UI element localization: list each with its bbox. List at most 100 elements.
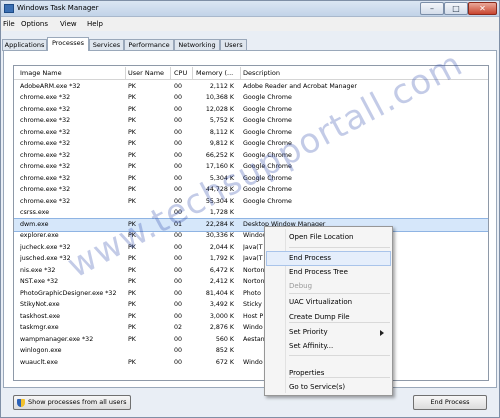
submenu-arrow-icon [380, 330, 384, 336]
user-name-cell: PK [128, 324, 136, 331]
process-row[interactable]: taskmgr.exe PK 02 2,876 K Windo [14, 323, 488, 335]
tab-processes[interactable]: Processes [47, 37, 89, 51]
user-name-cell: PK [128, 278, 136, 285]
process-row[interactable]: chrome.exe *32 PK 00 10,368 K Google Chrome [14, 93, 488, 105]
context-menu-item-set-affinity[interactable]: Set Affinity... [267, 340, 390, 353]
process-row[interactable]: dwm.exe PK 01 22,284 K Desktop Window Manage… [14, 218, 488, 232]
process-row[interactable]: AdobeARM.exe *32 PK 00 2,112 K Adobe Reader … [14, 81, 488, 93]
process-row[interactable]: chrome.exe *32 PK 00 17,160 K Google Chrome [14, 162, 488, 174]
context-menu-item-go-to-service-s[interactable]: Go to Service(s) [267, 381, 390, 394]
menu-view[interactable]: View [60, 20, 77, 28]
maximize-button[interactable]: □ [444, 2, 468, 15]
end-process-button[interactable]: End Process [413, 395, 487, 410]
column-user-name[interactable]: User Name [128, 69, 164, 77]
user-name-cell: PK [128, 220, 136, 228]
user-name-cell: PK [128, 243, 136, 251]
image-name-cell: csrss.exe [20, 209, 50, 216]
image-name-cell: chrome.exe *32 [20, 117, 71, 124]
memory-cell: 2,112 K [209, 82, 234, 90]
context-menu-label: Properties [289, 369, 325, 377]
uac-shield-icon [17, 399, 25, 407]
memory-cell: 66,252 K [205, 151, 234, 159]
cpu-cell: 00 [174, 140, 183, 147]
menu-file[interactable]: File [3, 20, 15, 28]
cpu-cell: 00 [174, 174, 183, 182]
process-row[interactable]: chrome.exe *32 PK 00 8,112 K Google Chrome [14, 127, 488, 139]
description-cell: Google Chrome [243, 186, 292, 193]
cpu-cell: 00 [174, 289, 183, 297]
user-name-cell: PK [128, 186, 136, 193]
minimize-button[interactable]: – [420, 2, 444, 15]
context-menu-item-end-process-tree[interactable]: End Process Tree [267, 266, 390, 279]
process-row[interactable]: chrome.exe *32 PK 00 12,028 K Google Chrome [14, 104, 488, 116]
process-row[interactable]: chrome.exe *32 PK 00 5,304 K Google Chrome [14, 173, 488, 185]
user-name-cell: PK [128, 163, 136, 170]
column-image-name[interactable]: Image Name [20, 69, 62, 77]
cpu-cell: 00 [174, 209, 183, 216]
user-name-cell: PK [128, 312, 136, 320]
processes-panel: Image Name User Name CPU Memory (... Des… [3, 50, 497, 388]
context-menu-item-uac-virtualization[interactable]: UAC Virtualization [267, 296, 390, 309]
process-row[interactable]: winlogon.exe 00 852 K [14, 346, 488, 358]
description-cell: Google Chrome [243, 128, 292, 136]
process-row[interactable]: PhotoGraphicDesigner.exe *32 PK 00 81,404 K… [14, 288, 488, 300]
process-row[interactable]: nis.exe *32 PK 00 6,472 K Norton [14, 265, 488, 277]
memory-cell: 5,752 K [209, 117, 234, 124]
column-description[interactable]: Description [243, 69, 280, 77]
task-manager-window: Windows Task Manager – □ ✕ File Options … [0, 0, 500, 418]
image-name-cell: nis.exe *32 [20, 266, 56, 274]
memory-cell: 55,304 K [205, 197, 234, 205]
process-row[interactable]: explorer.exe PK 00 30,336 K Windows [14, 231, 488, 243]
process-row[interactable]: wampmanager.exe *32 PK 00 560 K Aestan [14, 334, 488, 346]
process-row[interactable]: csrss.exe 00 1,728 K [14, 208, 488, 220]
process-row[interactable]: jusched.exe *32 PK 00 1,792 K Java(T [14, 254, 488, 266]
process-row[interactable]: StikyNot.exe PK 00 3,492 K Sticky [14, 300, 488, 312]
image-name-cell: chrome.exe *32 [20, 174, 71, 182]
process-row[interactable]: chrome.exe *32 PK 00 66,252 K Google Chrome [14, 150, 488, 162]
cpu-cell: 00 [174, 301, 183, 308]
process-row[interactable]: chrome.exe *32 PK 00 55,304 K Google Chrome [14, 196, 488, 208]
image-name-cell: chrome.exe *32 [20, 140, 71, 147]
cpu-cell: 00 [174, 117, 183, 124]
memory-cell: 2,876 K [209, 324, 234, 331]
column-cpu[interactable]: CPU [174, 69, 187, 77]
process-row[interactable]: jucheck.exe *32 PK 00 2,044 K Java(T [14, 242, 488, 254]
cpu-cell: 00 [174, 151, 183, 159]
memory-cell: 672 K [215, 358, 234, 366]
context-menu-item-create-dump-file[interactable]: Create Dump File [267, 311, 390, 324]
menu-separator [289, 293, 390, 294]
process-row[interactable]: chrome.exe *32 PK 00 9,812 K Google Chrome [14, 139, 488, 151]
context-menu-item-set-priority[interactable]: Set Priority [267, 326, 390, 339]
memory-cell: 44,728 K [205, 186, 234, 193]
process-row[interactable]: taskhost.exe PK 00 3,000 K Host P [14, 311, 488, 323]
image-name-cell: chrome.exe *32 [20, 163, 71, 170]
context-menu-item-properties[interactable]: Properties [267, 367, 390, 380]
process-row[interactable]: chrome.exe *32 PK 00 44,728 K Google Chrome [14, 185, 488, 197]
show-all-processes-button[interactable]: Show processes from all users [13, 395, 131, 410]
process-row[interactable]: wuauclt.exe PK 00 672 K Windo [14, 357, 488, 369]
cpu-cell: 00 [174, 312, 183, 320]
user-name-cell: PK [128, 128, 136, 136]
context-menu-item-open-file-location[interactable]: Open File Location [267, 231, 390, 244]
user-name-cell: PK [128, 232, 136, 239]
memory-cell: 12,028 K [205, 105, 234, 113]
process-row[interactable]: NST.exe *32 PK 00 2,412 K Norton [14, 277, 488, 289]
title-bar[interactable]: Windows Task Manager – □ ✕ [1, 1, 499, 17]
menu-help[interactable]: Help [87, 20, 103, 28]
process-list[interactable]: Image Name User Name CPU Memory (... Des… [13, 65, 489, 381]
close-button[interactable]: ✕ [468, 2, 497, 15]
cpu-cell: 00 [174, 335, 183, 343]
menu-bar: File Options View Help [1, 17, 499, 31]
image-name-cell: chrome.exe *32 [20, 94, 71, 101]
context-menu-item-end-process[interactable]: End Process [266, 251, 391, 266]
cpu-cell: 00 [174, 278, 183, 285]
cpu-cell: 00 [174, 128, 183, 136]
image-name-cell: jucheck.exe *32 [20, 243, 71, 251]
menu-options[interactable]: Options [21, 20, 48, 28]
cpu-cell: 00 [174, 163, 183, 170]
user-name-cell: PK [128, 140, 136, 147]
process-row[interactable]: chrome.exe *32 PK 00 5,752 K Google Chrome [14, 116, 488, 128]
memory-cell: 1,792 K [209, 255, 234, 262]
column-memory[interactable]: Memory (... [196, 69, 233, 77]
context-menu-label: Debug [289, 282, 313, 290]
